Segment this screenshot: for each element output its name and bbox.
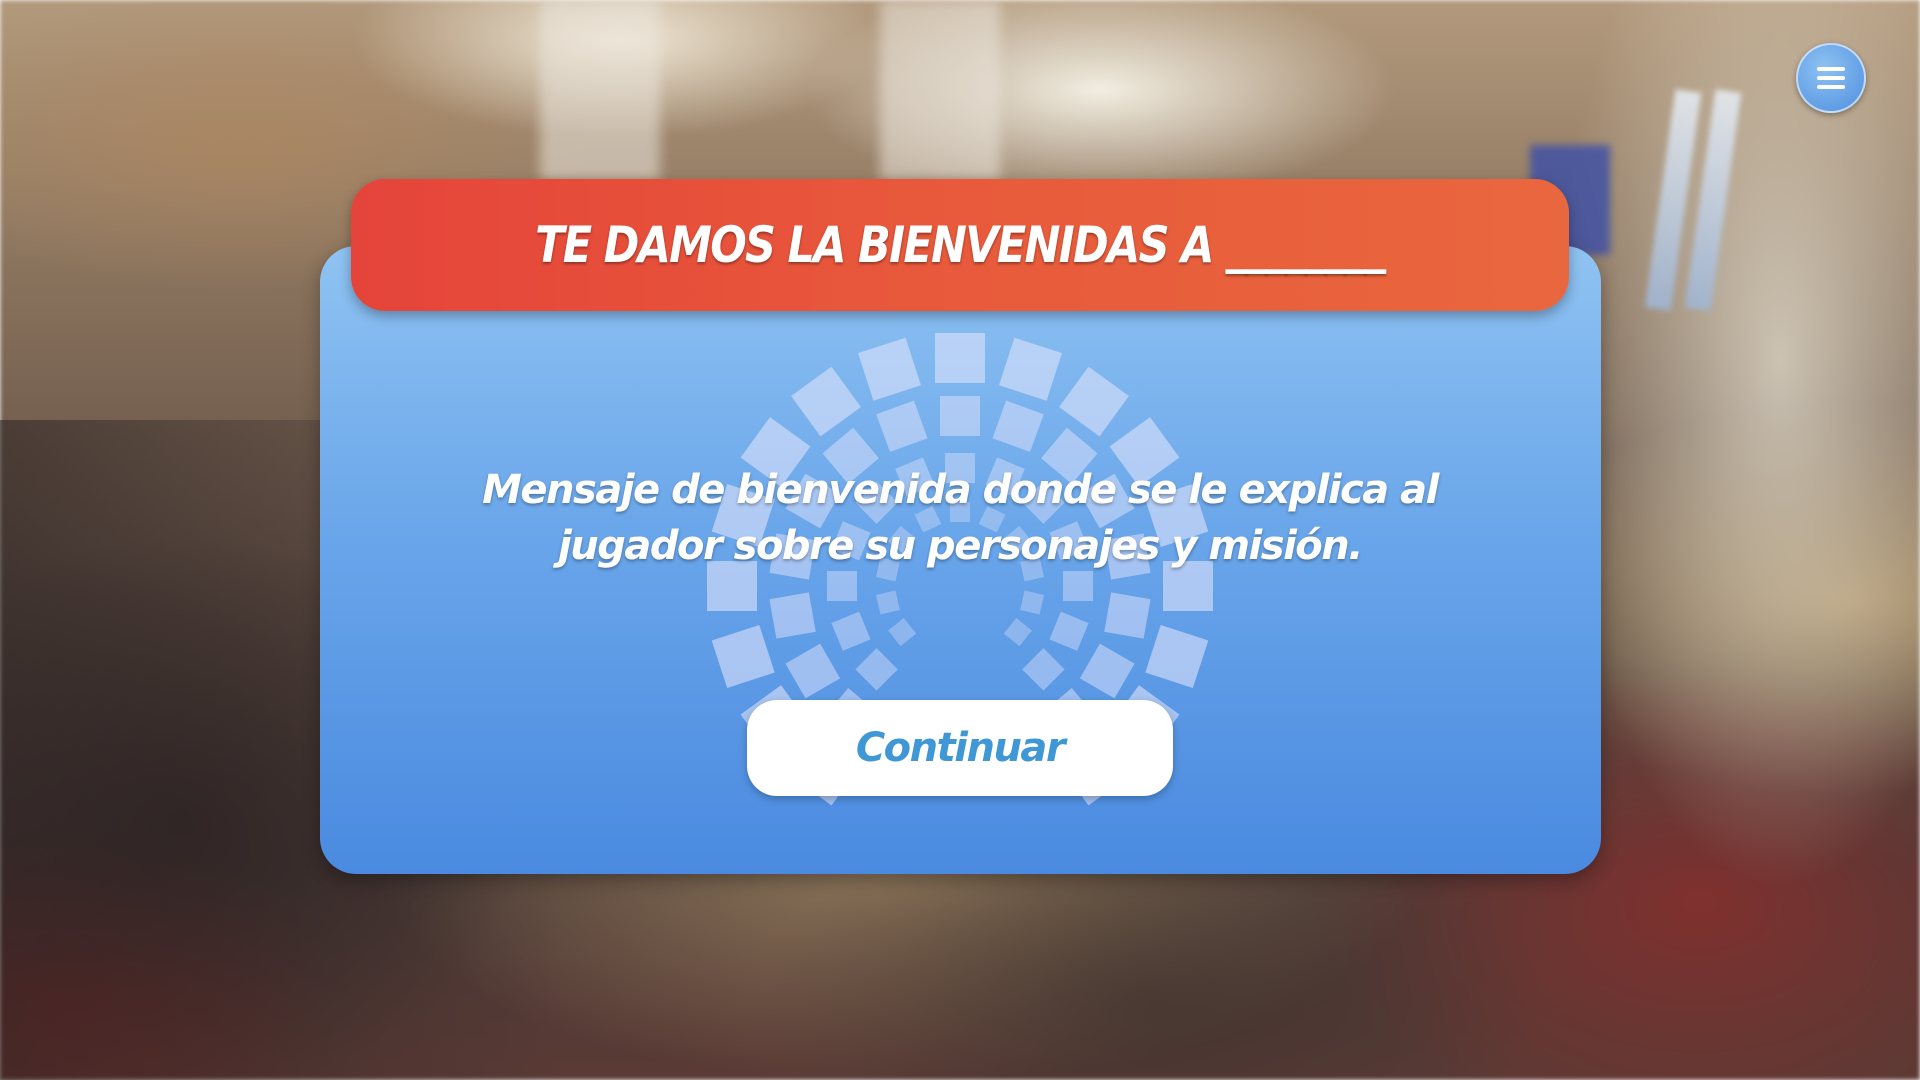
- background-pillar: [540, 0, 660, 180]
- emblem-tile: [876, 400, 928, 452]
- continue-button-label: Continuar: [855, 725, 1066, 771]
- emblem-tile: [998, 337, 1063, 401]
- continue-button[interactable]: Continuar: [747, 700, 1173, 796]
- background-pillar: [880, 0, 1000, 180]
- emblem-tile: [1022, 648, 1065, 691]
- emblem-tile: [1049, 611, 1089, 651]
- emblem-tile: [940, 396, 980, 436]
- emblem-tile: [769, 592, 816, 639]
- emblem-tile: [855, 648, 898, 691]
- emblem-tile: [857, 337, 922, 401]
- hamburger-menu-icon: [1817, 67, 1845, 89]
- emblem-tile: [875, 590, 900, 615]
- emblem-tile: [827, 571, 857, 601]
- emblem-tile: [785, 643, 841, 699]
- menu-button[interactable]: [1796, 43, 1866, 113]
- emblem-tile: [1020, 590, 1045, 615]
- emblem-tile: [711, 624, 775, 689]
- dialog-header: TE DAMOS LA BIENVENIDAS A ________: [351, 179, 1569, 311]
- emblem-tile: [1063, 571, 1093, 601]
- emblem-tile: [935, 333, 985, 383]
- emblem-tile: [888, 618, 917, 647]
- emblem-tile: [992, 400, 1044, 452]
- emblem-tile: [1104, 592, 1151, 639]
- welcome-message: Mensaje de bienvenida donde se le explic…: [482, 467, 1439, 569]
- emblem-tile: [1059, 366, 1129, 437]
- emblem-tile: [831, 611, 871, 651]
- emblem-tile: [791, 366, 861, 437]
- dialog-title: TE DAMOS LA BIENVENIDAS A ________: [535, 216, 1386, 274]
- emblem-tile: [1079, 643, 1135, 699]
- emblem-tile: [1003, 618, 1032, 647]
- emblem-tile: [1145, 624, 1209, 689]
- game-screen: TE DAMOS LA BIENVENIDAS A ________ Mensa…: [0, 0, 1920, 1080]
